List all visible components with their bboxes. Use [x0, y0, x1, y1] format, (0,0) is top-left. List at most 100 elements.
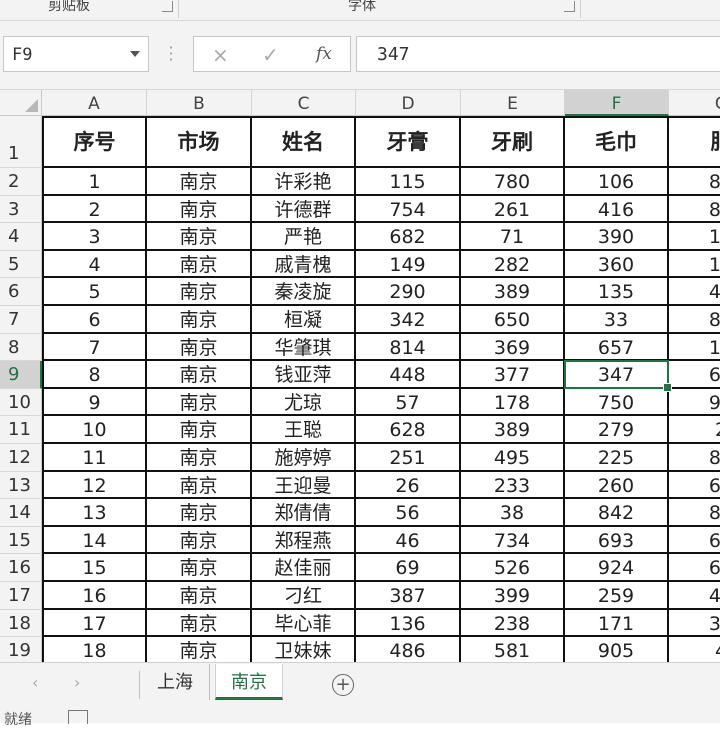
table-cell[interactable]: 秦凌旋 — [252, 278, 356, 306]
table-cell[interactable]: 924 — [565, 554, 669, 582]
table-cell[interactable]: 171 — [565, 609, 669, 638]
table-cell[interactable]: 650 — [461, 306, 565, 334]
table-cell[interactable]: 3 — [42, 223, 147, 251]
table-cell[interactable]: 38 — [461, 499, 565, 527]
row-header-19[interactable]: 19 — [0, 637, 42, 662]
row-header-18[interactable]: 18 — [0, 609, 42, 638]
table-cell[interactable]: 南京 — [147, 361, 252, 389]
table-cell[interactable]: 10 — [42, 416, 147, 444]
row-header-2[interactable]: 2 — [0, 168, 42, 196]
cancel-icon[interactable]: × — [212, 43, 229, 67]
table-cell[interactable]: 486 — [356, 637, 461, 662]
row-header-10[interactable]: 10 — [0, 388, 42, 417]
table-cell[interactable]: 581 — [461, 637, 565, 662]
table-cell[interactable]: 南京 — [147, 582, 252, 610]
table-cell[interactable]: 389 — [461, 278, 565, 306]
row-header-3[interactable]: 3 — [0, 195, 42, 224]
row-header-13[interactable]: 13 — [0, 471, 42, 500]
table-cell[interactable]: 71 — [461, 223, 565, 251]
table-cell[interactable]: 448 — [356, 361, 461, 389]
table-cell[interactable]: 390 — [565, 223, 669, 251]
table-cell[interactable]: 2 — [669, 416, 720, 444]
table-cell[interactable]: 750 — [565, 388, 669, 417]
row-header-15[interactable]: 15 — [0, 526, 42, 555]
table-cell[interactable]: 郑程燕 — [252, 526, 356, 555]
table-cell[interactable]: 56 — [356, 499, 461, 527]
table-cell[interactable]: 施婷婷 — [252, 444, 356, 472]
table-cell[interactable]: 842 — [565, 499, 669, 527]
table-cell[interactable]: 4 — [669, 637, 720, 662]
header-cell-c[interactable]: 姓名 — [252, 116, 356, 168]
header-cell-b[interactable]: 市场 — [147, 116, 252, 168]
table-cell[interactable]: 严艳 — [252, 223, 356, 251]
table-cell[interactable]: 南京 — [147, 444, 252, 472]
table-cell[interactable]: 225 — [565, 444, 669, 472]
table-cell[interactable]: 南京 — [147, 250, 252, 279]
table-cell[interactable]: 135 — [565, 278, 669, 306]
table-cell[interactable]: 南京 — [147, 637, 252, 662]
table-cell[interactable]: 657 — [565, 333, 669, 362]
font-launcher-icon[interactable] — [564, 1, 575, 12]
table-cell[interactable]: 526 — [461, 554, 565, 582]
table-cell[interactable]: 780 — [461, 168, 565, 196]
table-cell[interactable]: 13 — [42, 499, 147, 527]
table-cell[interactable]: 693 — [565, 526, 669, 555]
table-cell[interactable]: 许德群 — [252, 195, 356, 224]
table-cell[interactable]: 399 — [461, 582, 565, 610]
table-cell[interactable]: 233 — [461, 471, 565, 500]
table-cell[interactable]: 刁红 — [252, 582, 356, 610]
row-header-12[interactable]: 12 — [0, 444, 42, 472]
table-cell[interactable]: 17 — [42, 609, 147, 638]
name-box-dropdown-icon[interactable] — [130, 51, 140, 57]
table-cell[interactable]: 王迎曼 — [252, 471, 356, 500]
add-sheet-icon[interactable]: + — [332, 674, 354, 696]
table-cell[interactable]: 8 — [42, 361, 147, 389]
column-header-b[interactable]: B — [147, 90, 252, 116]
table-cell[interactable]: 26 — [356, 471, 461, 500]
table-cell[interactable]: 86 — [669, 499, 720, 527]
table-cell[interactable]: 18 — [42, 637, 147, 662]
table-cell[interactable]: 136 — [356, 609, 461, 638]
column-header-e[interactable]: E — [461, 90, 565, 116]
table-cell[interactable]: 814 — [356, 333, 461, 362]
table-cell[interactable]: 91 — [669, 389, 720, 417]
table-cell[interactable]: 卫妹妹 — [252, 637, 356, 662]
column-header-g[interactable]: G — [669, 90, 720, 116]
table-cell[interactable]: 16 — [42, 582, 147, 610]
header-cell-f[interactable]: 毛巾 — [565, 116, 669, 168]
table-cell[interactable]: 83 — [669, 444, 720, 472]
table-cell[interactable]: 69 — [356, 554, 461, 582]
table-cell[interactable]: 7 — [42, 333, 147, 362]
header-cell-d[interactable]: 牙膏 — [356, 116, 461, 168]
column-header-d[interactable]: D — [356, 90, 461, 116]
table-cell[interactable]: 12 — [42, 471, 147, 500]
row-header-4[interactable]: 4 — [0, 223, 42, 251]
table-cell[interactable]: 369 — [461, 333, 565, 362]
table-cell[interactable]: 15 — [669, 223, 720, 251]
table-cell[interactable]: 戚青槐 — [252, 250, 356, 279]
table-cell[interactable]: 南京 — [147, 526, 252, 555]
resize-handle-icon[interactable]: · · · — [166, 40, 176, 68]
table-cell[interactable]: 南京 — [147, 609, 252, 638]
spreadsheet-grid[interactable]: ABCDEFG1序号市场姓名牙膏牙刷毛巾肥21南京许彩艳115780106853… — [0, 90, 720, 662]
next-sheet-icon[interactable]: › — [74, 673, 80, 692]
row-header-17[interactable]: 17 — [0, 582, 42, 610]
table-cell[interactable]: 360 — [565, 250, 669, 279]
table-cell[interactable]: 260 — [565, 471, 669, 500]
table-cell[interactable]: 416 — [565, 195, 669, 224]
table-cell[interactable]: 郑倩倩 — [252, 499, 356, 527]
page-layout-icon[interactable] — [68, 710, 88, 724]
table-cell[interactable]: 南京 — [147, 416, 252, 444]
table-cell[interactable]: 33 — [565, 306, 669, 334]
table-cell[interactable]: 34 — [669, 610, 720, 638]
table-cell[interactable]: 46 — [356, 526, 461, 555]
table-cell[interactable]: 387 — [356, 582, 461, 610]
table-cell[interactable]: 2 — [42, 195, 147, 224]
table-cell[interactable]: 6 — [42, 306, 147, 334]
table-cell[interactable]: 60 — [669, 554, 720, 582]
table-cell[interactable]: 85 — [669, 168, 720, 196]
insert-function-icon[interactable]: fx — [316, 44, 332, 64]
table-cell[interactable]: 261 — [461, 195, 565, 224]
table-cell[interactable]: 68 — [669, 527, 720, 555]
column-header-c[interactable]: C — [252, 90, 356, 116]
